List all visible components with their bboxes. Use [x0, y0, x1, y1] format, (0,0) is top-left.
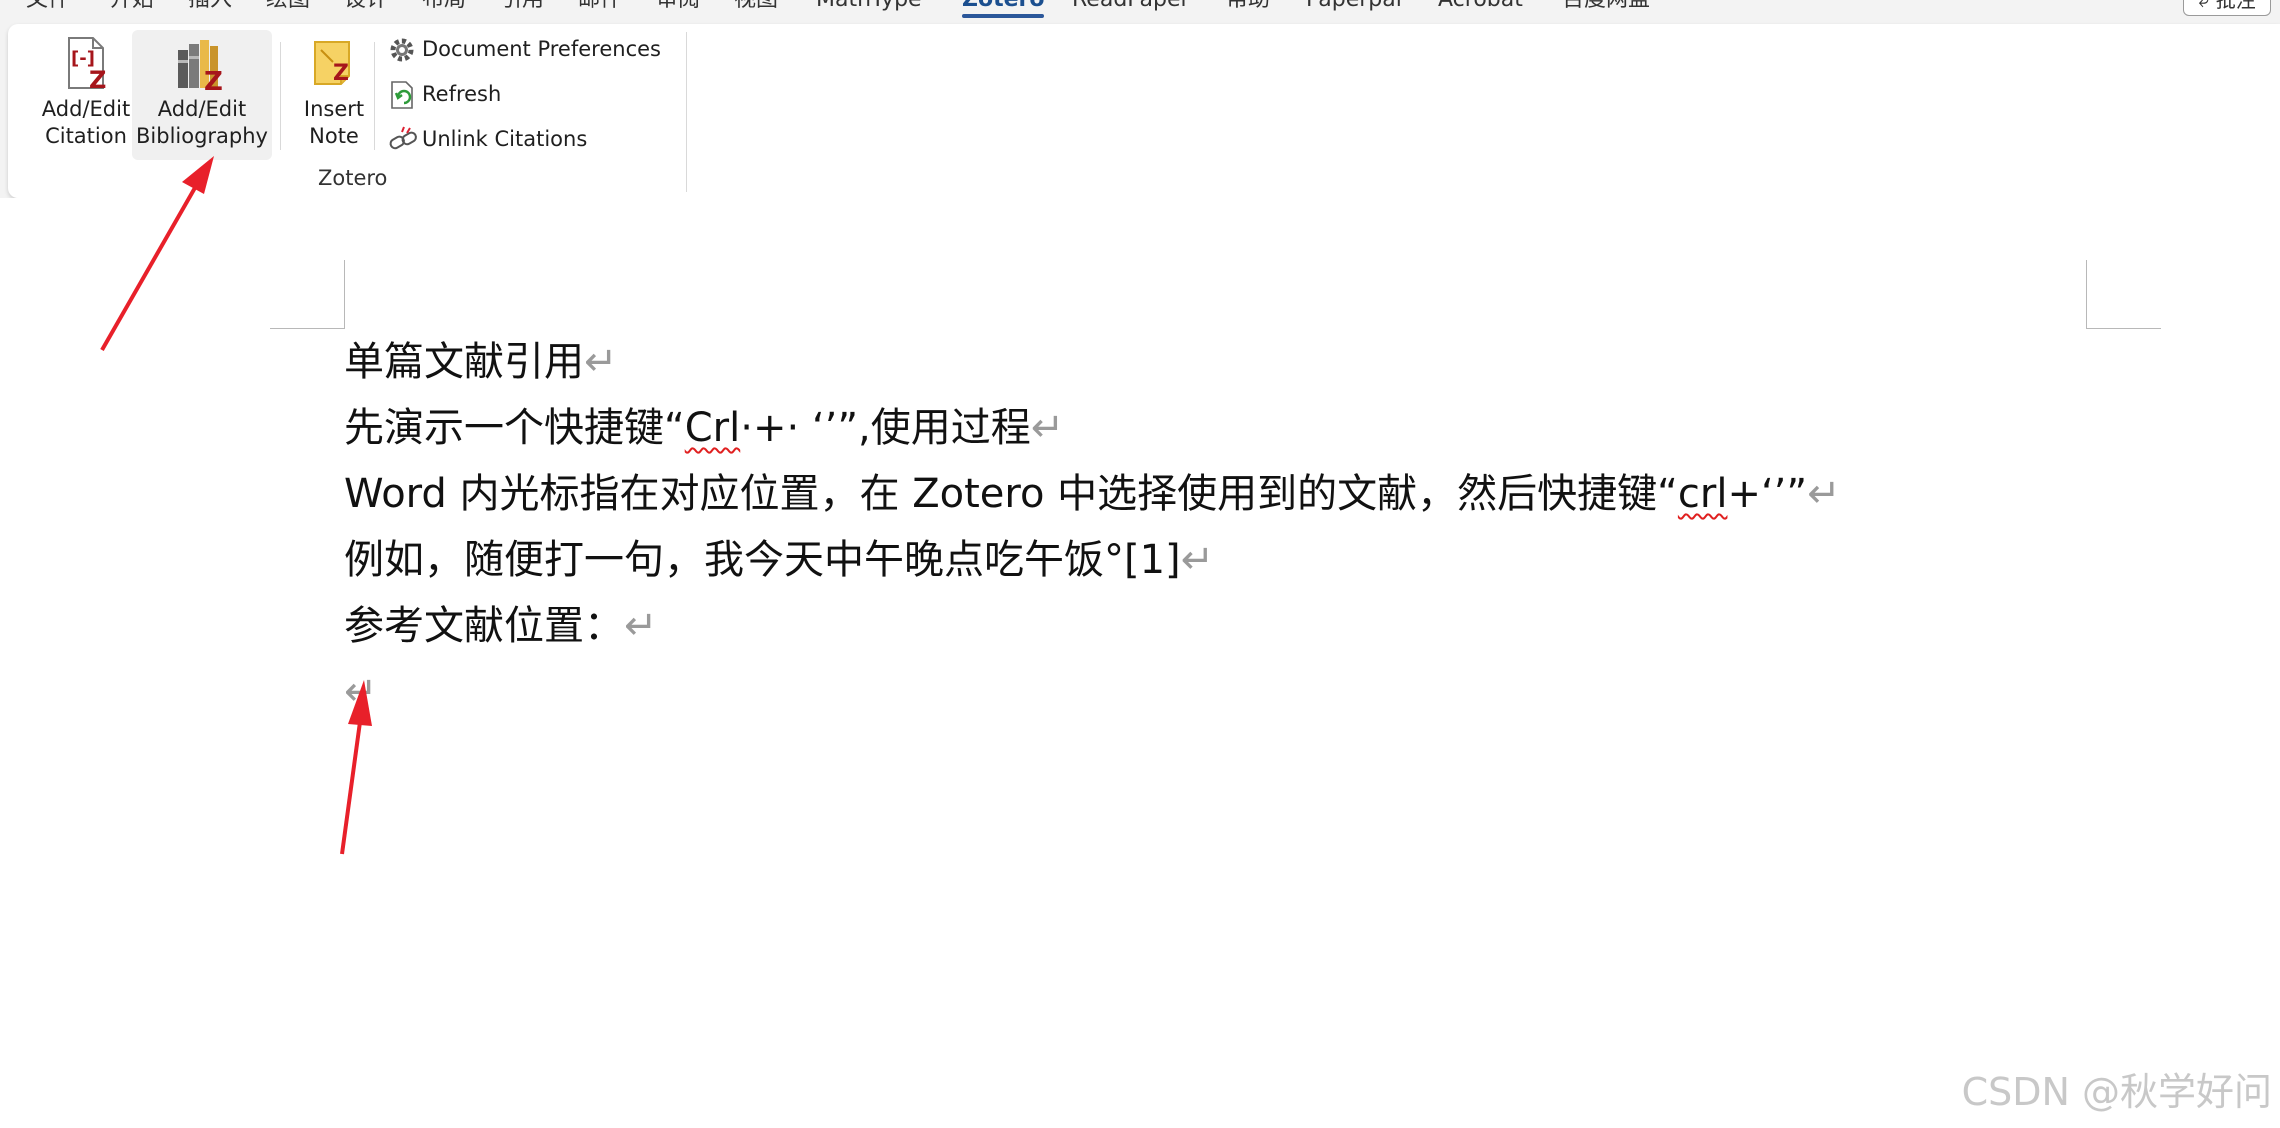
comment-button-label: 批注	[2215, 0, 2256, 12]
ribbon-separator	[374, 42, 375, 150]
paragraph-mark: ↵	[624, 603, 658, 649]
gear-icon	[390, 38, 414, 62]
citation-icon: [-] Z	[68, 37, 106, 92]
comment-icon: ⤶	[2198, 0, 2216, 12]
tab-paperpal[interactable]: Paperpal	[1306, 0, 1402, 13]
spelling-error: Crl	[684, 405, 741, 451]
add-edit-citation-label: Add/Edit Citation	[41, 97, 131, 148]
add-edit-bibliography-label: Add/Edit Bibliography	[136, 97, 268, 148]
unlink-chain-icon	[389, 126, 417, 150]
paragraph-mark: ↵	[1807, 471, 1841, 517]
tab-baidu-netdisk[interactable]: 百度网盘	[1562, 0, 1650, 13]
ribbon-group-separator	[686, 32, 687, 192]
note-icon: Z	[314, 41, 350, 86]
paragraph-mark: ↵	[344, 669, 378, 715]
tab-help[interactable]: 帮助	[1226, 0, 1270, 13]
add-edit-citation-button[interactable]: [-] Z Add/Edit Citation	[28, 30, 144, 160]
line-text: 先演示一个快捷键“	[344, 405, 685, 451]
tab-mailings[interactable]: 邮件	[578, 0, 622, 13]
unlink-citations-label: Unlink Citations	[422, 127, 588, 151]
paragraph-mark: ↵	[1180, 537, 1215, 583]
document-line-5[interactable]: 参考文献位置：↵	[344, 602, 658, 650]
menu-tab-strip: 文件 开始 插入 绘图 设计 布局 引用 邮件 审阅 视图 MathType Z…	[0, 0, 2280, 24]
svg-text:Z: Z	[89, 66, 106, 92]
tab-layout[interactable]: 布局	[422, 0, 466, 13]
document-line-2[interactable]: 先演示一个快捷键“Crl·+· ‘’”,使用过程↵	[344, 404, 1064, 452]
margin-corner-left	[270, 260, 345, 329]
tab-readpaper[interactable]: ReadPaper	[1072, 0, 1190, 13]
margin-corner-right	[2086, 260, 2161, 329]
line-text: +‘’”	[1727, 471, 1808, 517]
tab-zotero[interactable]: Zotero	[962, 0, 1045, 18]
tab-references[interactable]: 引用	[500, 0, 544, 13]
document-line-6-empty[interactable]: ↵	[344, 668, 378, 716]
line-text: 单篇文献引用	[344, 339, 584, 385]
tab-draw[interactable]: 绘图	[266, 0, 310, 13]
svg-text:Z: Z	[204, 67, 223, 92]
bibliography-books-icon: Z	[178, 40, 223, 92]
tab-insert[interactable]: 插入	[188, 0, 232, 13]
tab-mathtype[interactable]: MathType	[816, 0, 922, 13]
svg-text:Z: Z	[333, 61, 349, 86]
zotero-ribbon: [-] Z Add/Edit Citation Z Add/Edit Bibli…	[8, 24, 2280, 198]
csdn-watermark: CSDN @秋学好问	[1961, 1070, 2272, 1114]
ribbon-group-label: Zotero	[318, 166, 388, 190]
paragraph-mark: ↵	[584, 339, 618, 385]
tab-view[interactable]: 视图	[734, 0, 778, 13]
tab-acrobat[interactable]: Acrobat	[1438, 0, 1523, 13]
document-line-1[interactable]: 单篇文献引用↵	[344, 338, 618, 386]
line-text: ·+· ‘’”,使用过程	[740, 405, 1031, 451]
ribbon-separator	[280, 42, 281, 150]
document-line-3[interactable]: Word 内光标指在对应位置，在 Zotero 中选择使用到的文献，然后快捷键“…	[344, 470, 1841, 518]
document-preferences-label: Document Preferences	[422, 37, 661, 61]
add-edit-bibliography-button[interactable]: Z Add/Edit Bibliography	[132, 30, 272, 160]
insert-note-button[interactable]: Z Insert Note	[288, 30, 380, 160]
tab-file[interactable]: 文件	[26, 0, 70, 13]
refresh-label: Refresh	[422, 82, 502, 106]
document-line-4[interactable]: 例如，随便打一句，我今天中午晚点吃午饭°[1]↵	[344, 536, 1214, 584]
tab-design[interactable]: 设计	[344, 0, 388, 13]
tab-home[interactable]: 开始	[110, 0, 154, 13]
insert-note-label: Insert Note	[303, 97, 365, 148]
tab-review[interactable]: 审阅	[656, 0, 700, 13]
line-text: Word 内光标指在对应位置，在 Zotero 中选择使用到的文献，然后快捷键“	[344, 471, 1678, 517]
refresh-document-icon	[391, 81, 413, 109]
line-text: 参考文献位置：	[344, 603, 624, 649]
comment-button[interactable]: ⤶ 批注	[2183, 0, 2271, 16]
spelling-error: crl	[1677, 471, 1728, 517]
document-page[interactable]: 单篇文献引用↵ 先演示一个快捷键“Crl·+· ‘’”,使用过程↵ Word 内…	[0, 198, 2280, 1128]
paragraph-mark: ↵	[1030, 405, 1065, 451]
line-text: 例如，随便打一句，我今天中午晚点吃午饭°[1]	[344, 537, 1181, 583]
